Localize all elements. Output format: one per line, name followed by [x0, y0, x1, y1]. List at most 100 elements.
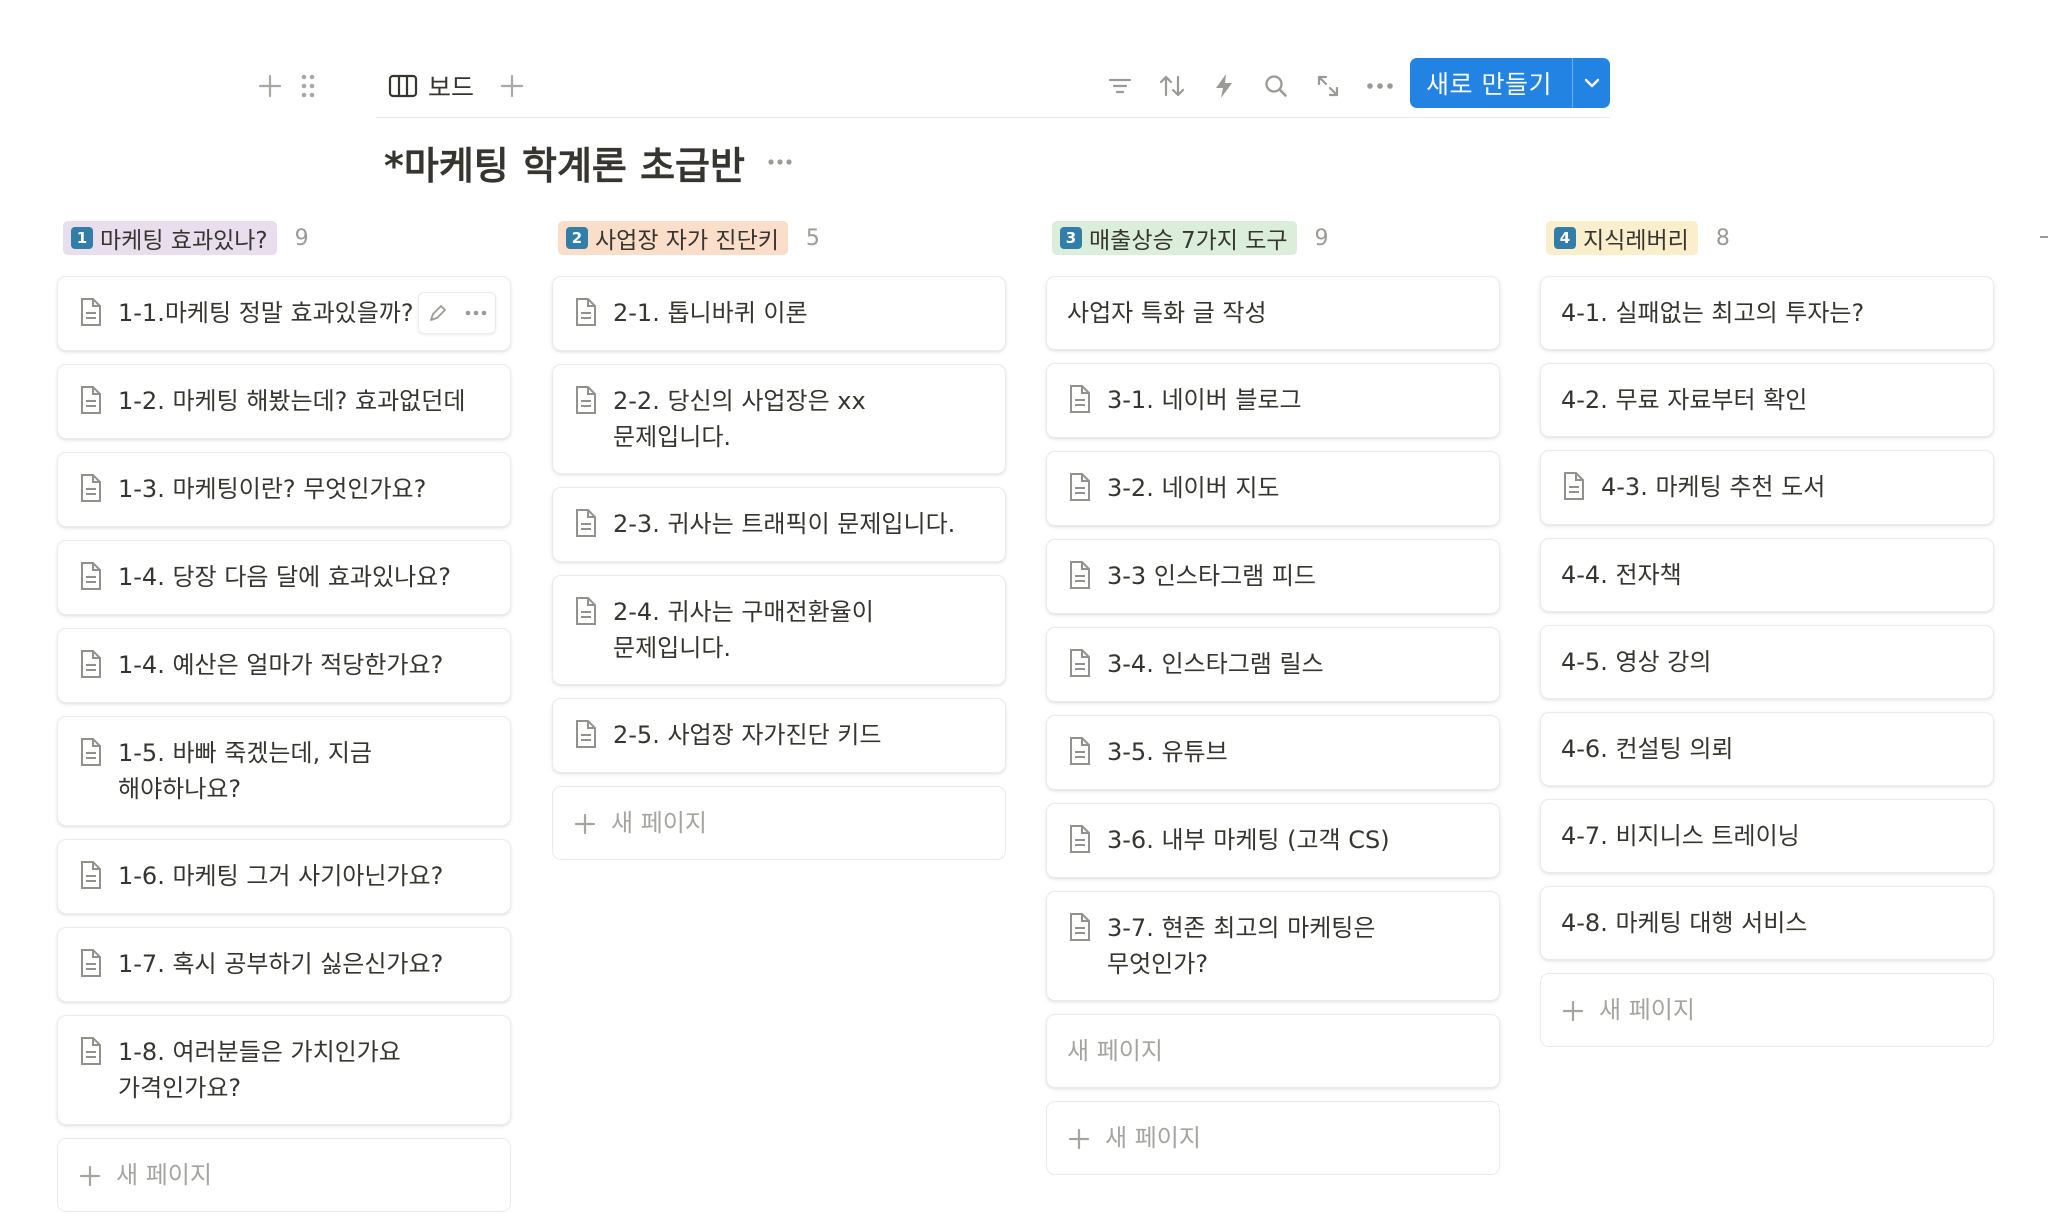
new-page-label: 새 페이지	[116, 1161, 212, 1189]
card[interactable]: 3-2. 네이버 지도	[1046, 451, 1500, 526]
card[interactable]: 4-3. 마케팅 추천 도서	[1540, 450, 1994, 525]
new-page-button[interactable]: 새 페이지	[552, 786, 1006, 860]
new-button-label: 새로 만들기	[1426, 70, 1552, 99]
column-header[interactable]: 3 매출상승 7가지 도구 9	[1046, 218, 1500, 258]
card-more-icon[interactable]	[457, 293, 495, 333]
card[interactable]: 1-4. 예산은 얼마가 적당한가요?	[57, 628, 511, 703]
chevron-down-icon[interactable]	[1573, 77, 1610, 89]
card[interactable]: 사업자 특화 글 작성	[1046, 276, 1500, 350]
card[interactable]: 2-4. 귀사는 구매전환율이 문제입니다.	[552, 575, 1006, 685]
page-icon	[78, 947, 104, 983]
card-hover-tools	[418, 292, 496, 334]
page-icon	[1067, 911, 1093, 947]
add-view-icon[interactable]	[494, 68, 530, 104]
view-tab-board[interactable]: 보드	[388, 64, 474, 108]
column-header[interactable]: 2 사업장 자가 진단키 5	[552, 218, 1006, 258]
card-title: 사업자 특화 글 작성	[1067, 299, 1267, 327]
card-title: 1-5. 바빠 죽겠는데, 지금 해야하나요?	[118, 739, 372, 803]
card-title: 2-3. 귀사는 트래픽이 문제입니다.	[613, 510, 956, 538]
new-page-button[interactable]: 새 페이지	[1046, 1101, 1500, 1175]
card[interactable]: 1-3. 마케팅이란? 무엇인가요?	[57, 452, 511, 527]
card-title: 4-1. 실패없는 최고의 투자는?	[1561, 299, 1865, 327]
card[interactable]: 1-2. 마케팅 해봤는데? 효과없던데	[57, 364, 511, 439]
column-count: 5	[805, 225, 820, 251]
column-count: 8	[1715, 225, 1730, 251]
card[interactable]: 1-4. 당장 다음 달에 효과있나요?	[57, 540, 511, 615]
column-tag: 3 매출상승 7가지 도구	[1052, 221, 1297, 255]
card-title: 4-5. 영상 강의	[1561, 648, 1712, 676]
edit-pencil-icon[interactable]	[419, 293, 457, 333]
page-icon	[573, 296, 599, 332]
card-title: 3-3 인스타그램 피드	[1107, 562, 1317, 590]
title-more-icon[interactable]	[767, 158, 793, 166]
card[interactable]: 3-7. 현존 최고의 마케팅은 무엇인가?	[1046, 891, 1500, 1001]
column-header[interactable]: 1 마케팅 효과있나? 9	[57, 218, 511, 258]
board-column-1: 1 마케팅 효과있나? 9 1-1.마케팅 정말 효과있을까? 1-2. 마케팅…	[57, 218, 511, 1225]
page-icon	[78, 560, 104, 596]
page-icon	[573, 507, 599, 543]
more-options-icon[interactable]	[1358, 64, 1402, 108]
card-title: 1-4. 예산은 얼마가 적당한가요?	[118, 651, 444, 679]
card[interactable]: 2-5. 사업장 자가진단 키드	[552, 698, 1006, 773]
card-title: 새 페이지	[1067, 1037, 1163, 1065]
card[interactable]: 1-5. 바빠 죽겠는데, 지금 해야하나요?	[57, 716, 511, 826]
plus-icon	[573, 812, 597, 840]
card[interactable]: 4-6. 컨설팅 의뢰	[1540, 712, 1994, 786]
card-title: 2-5. 사업장 자가진단 키드	[613, 721, 882, 749]
column-header[interactable]: 4 지식레버리 8	[1540, 218, 1994, 258]
page-icon	[1067, 559, 1093, 595]
page-icon	[78, 296, 104, 332]
new-page-button[interactable]: 새 페이지	[1540, 973, 1994, 1047]
card-title: 2-1. 톱니바퀴 이론	[613, 299, 808, 327]
card[interactable]: 2-3. 귀사는 트래픽이 문제입니다.	[552, 487, 1006, 562]
card[interactable]: 3-4. 인스타그램 릴스	[1046, 627, 1500, 702]
page-icon	[1561, 470, 1587, 506]
card-title: 3-6. 내부 마케팅 (고객 CS)	[1107, 826, 1390, 854]
card-title: 2-4. 귀사는 구매전환율이 문제입니다.	[613, 598, 874, 662]
card[interactable]: 4-5. 영상 강의	[1540, 625, 1994, 699]
new-page-label: 새 페이지	[1105, 1124, 1201, 1152]
expand-icon[interactable]	[1306, 64, 1350, 108]
card-title: 3-5. 유튜브	[1107, 738, 1228, 766]
sort-icon[interactable]	[1150, 64, 1194, 108]
card-title: 4-2. 무료 자료부터 확인	[1561, 386, 1808, 414]
card[interactable]: 1-8. 여러분들은 가치인가요 가격인가요?	[57, 1015, 511, 1125]
card[interactable]: 4-1. 실패없는 최고의 투자는?	[1540, 276, 1994, 350]
card[interactable]: 3-1. 네이버 블로그	[1046, 363, 1500, 438]
page-icon	[78, 736, 104, 772]
card[interactable]: 4-8. 마케팅 대행 서비스	[1540, 886, 1994, 960]
add-block-icon[interactable]	[252, 68, 288, 104]
card-title: 3-1. 네이버 블로그	[1107, 386, 1302, 414]
number-badge: 4	[1554, 227, 1576, 249]
card[interactable]: 1-6. 마케팅 그거 사기아닌가요?	[57, 839, 511, 914]
card[interactable]: 1-1.마케팅 정말 효과있을까?	[57, 276, 511, 351]
filter-icon[interactable]	[1098, 64, 1142, 108]
page-icon	[78, 859, 104, 895]
card[interactable]: 3-3 인스타그램 피드	[1046, 539, 1500, 614]
card[interactable]: 3-5. 유튜브	[1046, 715, 1500, 790]
card[interactable]: 2-1. 톱니바퀴 이론	[552, 276, 1006, 351]
new-page-button[interactable]: 새 페이지	[57, 1138, 511, 1212]
card-title: 1-1.마케팅 정말 효과있을까?	[118, 299, 414, 327]
toolbar-divider	[376, 117, 1610, 118]
plus-icon	[78, 1164, 102, 1192]
automation-lightning-icon[interactable]	[1202, 64, 1246, 108]
card-untitled[interactable]: 새 페이지	[1046, 1014, 1500, 1088]
search-icon[interactable]	[1254, 64, 1298, 108]
number-badge: 2	[566, 227, 588, 249]
page-icon	[78, 384, 104, 420]
page-icon	[1067, 471, 1093, 507]
page-icon	[1067, 383, 1093, 419]
page-icon	[78, 1035, 104, 1071]
card[interactable]: 4-4. 전자책	[1540, 538, 1994, 612]
card[interactable]: 4-7. 비지니스 트레이닝	[1540, 799, 1994, 873]
card[interactable]: 3-6. 내부 마케팅 (고객 CS)	[1046, 803, 1500, 878]
page-title[interactable]: *마케팅 학계론 초급반	[384, 135, 745, 190]
page-icon	[1067, 647, 1093, 683]
card[interactable]: 2-2. 당신의 사업장은 xx 문제입니다.	[552, 364, 1006, 474]
drag-handle-icon[interactable]	[290, 68, 326, 104]
card[interactable]: 4-2. 무료 자료부터 확인	[1540, 363, 1994, 437]
card[interactable]: 1-7. 혹시 공부하기 싫은신가요?	[57, 927, 511, 1002]
board-column-4: 4 지식레버리 8 4-1. 실패없는 최고의 투자는? 4-2. 무료 자료부…	[1540, 218, 1994, 1060]
new-button[interactable]: 새로 만들기	[1410, 58, 1610, 108]
